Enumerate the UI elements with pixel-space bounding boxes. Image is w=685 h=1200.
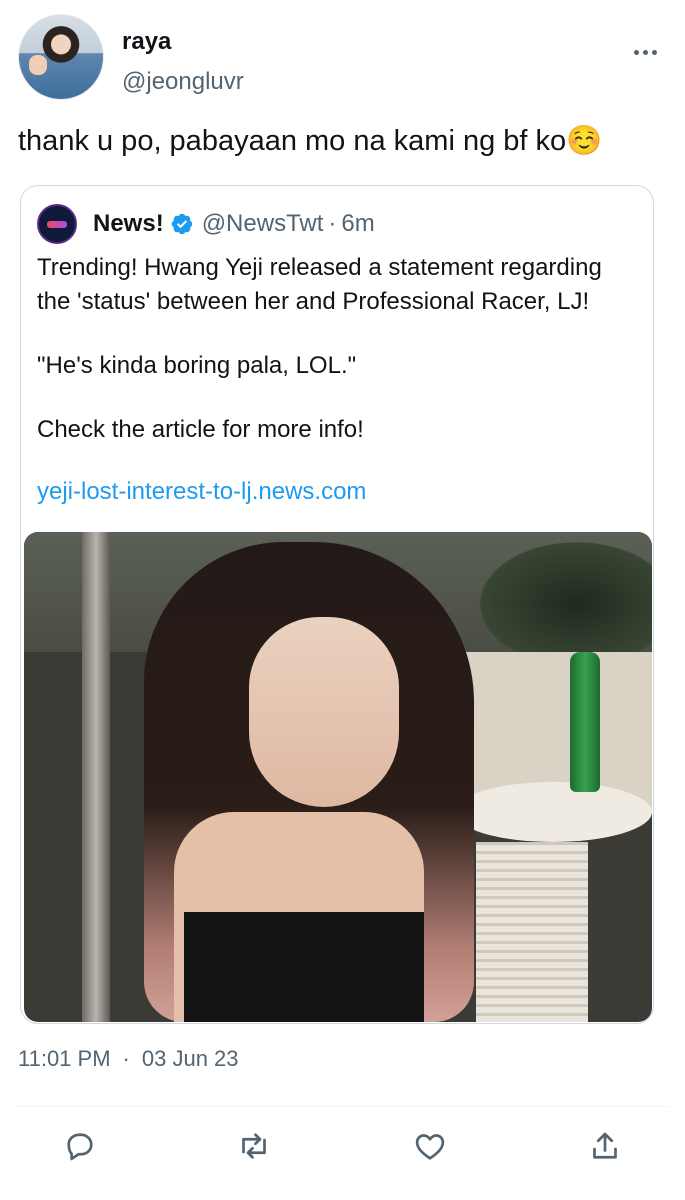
article-link[interactable]: yeji-lost-interest-to-lj.news.com bbox=[37, 478, 366, 506]
verified-icon bbox=[171, 213, 192, 235]
tweet-date[interactable]: 03 Jun 23 bbox=[142, 1046, 239, 1071]
tweet-header: raya @jeongluvr bbox=[18, 14, 668, 106]
tweet-text: thank u po, pabayaan mo na kami ng bf ko… bbox=[18, 125, 603, 157]
quoted-separator: · bbox=[328, 210, 337, 237]
quoted-avatar[interactable] bbox=[37, 204, 77, 244]
reply-icon[interactable] bbox=[62, 1128, 98, 1164]
display-name[interactable]: raya bbox=[122, 28, 171, 56]
meta-separator: · bbox=[122, 1046, 130, 1071]
quoted-handle[interactable]: @NewsTwt bbox=[202, 210, 324, 238]
avatar[interactable] bbox=[18, 14, 104, 100]
quoted-tweet-header: News! @NewsTwt · 6m bbox=[37, 204, 375, 244]
tweet-photo[interactable] bbox=[24, 532, 652, 1022]
quoted-text-line: the 'status' between her and Professiona… bbox=[37, 288, 590, 315]
divider bbox=[18, 1106, 668, 1107]
quoted-timestamp[interactable]: 6m bbox=[341, 210, 374, 238]
action-bar bbox=[0, 1128, 685, 1168]
quoted-text-line: Trending! Hwang Yeji released a statemen… bbox=[37, 254, 602, 281]
tweet-meta: 11:01 PM · 03 Jun 23 bbox=[18, 1046, 239, 1072]
user-handle[interactable]: @jeongluvr bbox=[122, 68, 244, 96]
share-icon[interactable] bbox=[587, 1128, 623, 1164]
retweet-icon[interactable] bbox=[236, 1128, 272, 1164]
like-icon[interactable] bbox=[412, 1128, 448, 1164]
tweet-time[interactable]: 11:01 PM bbox=[18, 1046, 111, 1071]
quoted-text-line: "He's kinda boring pala, LOL." bbox=[37, 352, 357, 379]
quoted-text-line: Check the article for more info! bbox=[37, 416, 364, 443]
quoted-tweet[interactable]: News! @NewsTwt · 6m Trending! Hwang Yeji… bbox=[20, 185, 654, 1024]
more-icon[interactable] bbox=[630, 42, 660, 62]
quoted-display-name[interactable]: News! bbox=[93, 210, 164, 238]
